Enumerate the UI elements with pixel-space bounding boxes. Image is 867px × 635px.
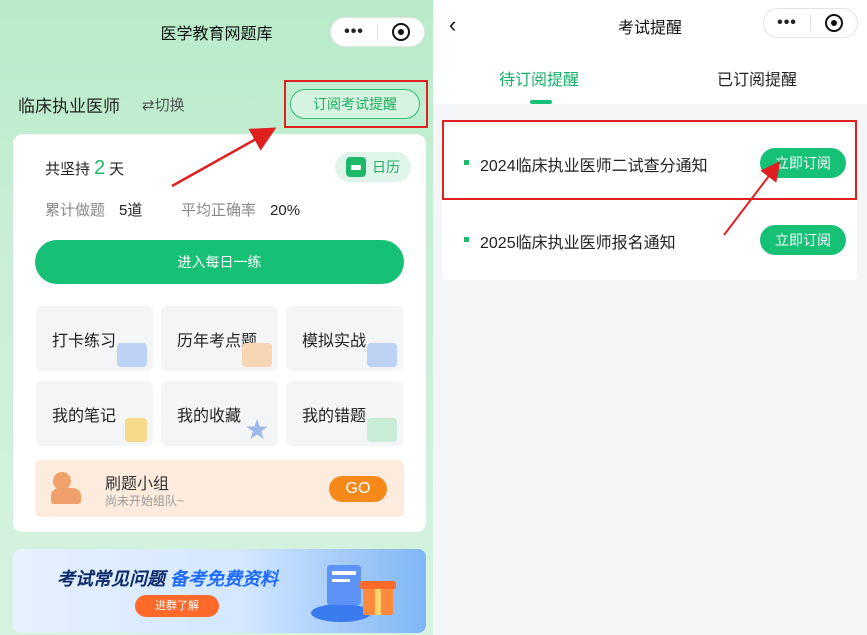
close-target-icon[interactable]: [378, 23, 424, 41]
gift-box-illustration: [311, 565, 396, 622]
join-group-button[interactable]: 进群了解: [135, 595, 219, 617]
total-questions-stat: 累计做题 5道: [45, 199, 142, 220]
tile-my-mistakes[interactable]: 我的错题: [286, 381, 403, 446]
group-title: 刷题小组: [105, 476, 170, 493]
go-button[interactable]: GO: [329, 476, 387, 502]
persist-suffix: 天: [109, 161, 125, 178]
reminder-header: ‹ 考试提醒 ••• 待订阅提醒 已订阅提醒: [433, 0, 867, 104]
right-screen: ‹ 考试提醒 ••• 待订阅提醒 已订阅提醒 2024临床执业医师二试查分通知 …: [433, 0, 867, 635]
calendar-chart-icon: [117, 343, 147, 367]
tab-subscribed-reminders[interactable]: 已订阅提醒: [717, 66, 797, 90]
reminder-title: 2025临床执业医师报名通知: [480, 235, 676, 252]
persist-prefix: 共坚持: [45, 161, 91, 178]
feature-grid: 打卡练习 历年考点题 模拟实战 我的笔记 我的收藏 ★ 我的错题: [36, 306, 406, 446]
tile-past-exam-points[interactable]: 历年考点题: [161, 306, 278, 371]
annotation-highlight-box: [284, 80, 428, 128]
profession-label: 临床执业医师: [18, 97, 120, 116]
tile-checkin-practice[interactable]: 打卡练习: [36, 306, 153, 371]
more-icon[interactable]: •••: [331, 18, 377, 46]
switch-button[interactable]: ⇄切换: [142, 94, 185, 115]
calendar-icon: [346, 157, 366, 177]
total-label: 累计做题: [45, 202, 106, 219]
group-avatar-icon: [51, 472, 85, 504]
persist-days: 共坚持 2 天: [45, 157, 124, 180]
tile-my-favorites[interactable]: 我的收藏 ★: [161, 381, 278, 446]
calendar-label: 日历: [372, 159, 400, 175]
tile-label: 模拟实战: [302, 333, 367, 350]
study-group-bar[interactable]: 刷题小组 尚未开始组队~ GO: [35, 460, 404, 517]
banner-text-free-materials: 备考免费资料: [170, 569, 278, 589]
accuracy-value: 20%: [270, 202, 301, 219]
banner-text-faq: 考试常见问题: [57, 569, 165, 589]
mini-program-capsule: •••: [763, 8, 858, 38]
more-icon[interactable]: •••: [764, 9, 810, 37]
promo-banner[interactable]: 考试常见问题 备考免费资料 进群了解: [13, 549, 426, 633]
practice-card: 共坚持 2 天 日历 累计做题 5道 平均正确率 20% 进入每日一练 打卡练习 历年考…: [13, 134, 426, 532]
close-target-icon[interactable]: [811, 14, 857, 32]
left-screen: 医学教育网题库 ••• 临床执业医师 ⇄切换 订阅考试提醒 共坚持 2 天 日历 累…: [0, 0, 433, 635]
tile-my-notes[interactable]: 我的笔记: [36, 381, 153, 446]
tile-label: 我的错题: [302, 408, 367, 425]
tile-label: 我的收藏: [177, 408, 242, 425]
list-item: 2025临床执业医师报名通知 立即订阅: [442, 203, 857, 280]
persist-days-count: 2: [94, 157, 106, 179]
document-icon: [242, 343, 272, 367]
bullet-icon: [464, 237, 469, 242]
accuracy-label: 平均正确率: [181, 202, 257, 219]
annotation-highlight-box: [442, 120, 857, 200]
note-icon: [125, 418, 147, 442]
error-book-icon: [367, 418, 397, 442]
tile-label: 打卡练习: [52, 333, 117, 350]
tile-mock-exam[interactable]: 模拟实战: [286, 306, 403, 371]
daily-practice-button[interactable]: 进入每日一练: [35, 240, 404, 284]
calendar-button[interactable]: 日历: [335, 152, 411, 182]
group-subtitle: 尚未开始组队~: [105, 494, 185, 508]
tab-pending-reminders[interactable]: 待订阅提醒: [499, 66, 579, 90]
subscribe-now-button[interactable]: 立即订阅: [760, 225, 846, 255]
total-value: 5道: [119, 202, 143, 219]
active-tab-indicator: [530, 100, 552, 104]
mini-program-capsule: •••: [330, 17, 425, 47]
tile-label: 我的笔记: [52, 408, 117, 425]
accuracy-stat: 平均正确率 20%: [181, 199, 300, 220]
star-icon: ★: [244, 414, 270, 445]
trend-chart-icon: [367, 343, 397, 367]
